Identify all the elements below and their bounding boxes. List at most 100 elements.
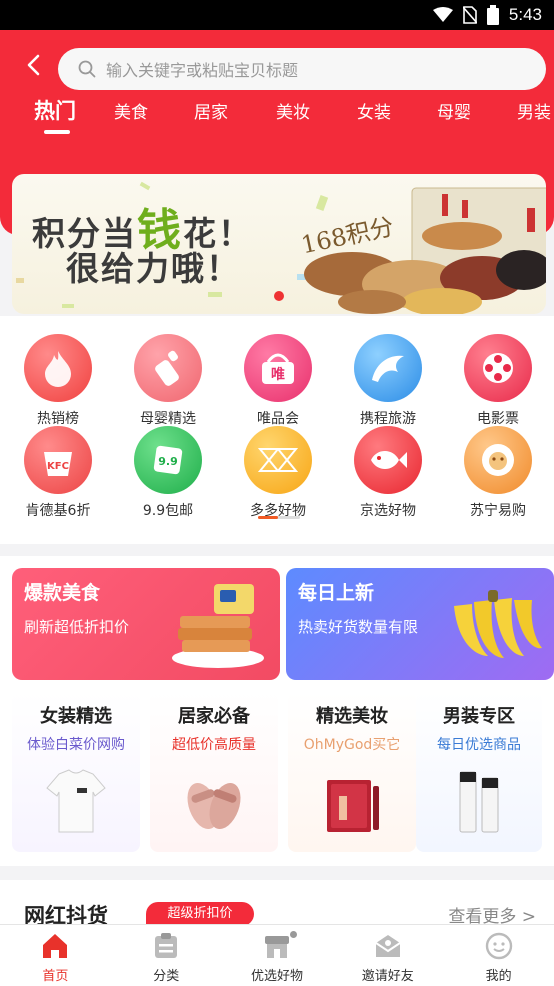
nav-label: 我的 [485,969,512,984]
shortcut-grid: 热销榜 母婴精选 唯 唯品会 携程旅游 电影票 KFC 肯德基6折 9.9 9. [0,316,554,544]
promo-title: 每日上新 [298,582,375,604]
gift-pattern-icon [244,426,312,494]
tab-men[interactable]: 男装 [517,98,551,123]
shortcut-label: 唯品会 [257,411,299,427]
price-tag-icon: 9.9 [134,426,202,494]
nav-profile[interactable]: 我的 [443,925,554,986]
shortcut-label: 携程旅游 [360,411,416,427]
shortcut-label: 京选好物 [360,503,416,519]
banner-headline-2: 很给力哦！ [66,249,241,288]
nav-label: 首页 [42,969,69,984]
category-title: 女装精选 [40,706,112,727]
promo-title: 爆款美食 [24,582,101,604]
search-input[interactable]: 输入关键字或粘贴宝贝标题 [58,48,546,90]
profile-icon [485,932,512,960]
skincare-tubes-icon [459,771,499,833]
shortcut-free-shipping[interactable]: 9.9 9.9包邮 [113,426,223,520]
tab-hot[interactable]: 热门 [34,95,76,125]
nav-featured[interactable]: 优选好物 [222,925,333,986]
lion-icon [464,426,532,494]
category-tabs: 热门 美食 居家 美妆 女装 母婴 男装 [0,98,554,138]
shortcut-label: 肯德基6折 [25,503,91,519]
gift-box-food-icon [304,187,546,314]
trending-section: 网红抖货 超级折扣价 查看更多 > [0,880,554,930]
shortcut-page-indicator [258,516,300,519]
shortcut-baby-picks[interactable]: 母婴精选 [113,334,223,428]
tab-baby[interactable]: 母婴 [437,98,471,123]
nav-label: 邀请好友 [361,969,414,984]
promo-hot-food[interactable]: 爆款美食 刷新超低折扣价 [12,568,280,680]
promo-subtitle: 刷新超低折扣价 [24,618,130,636]
wifi-icon [432,7,453,22]
back-button[interactable] [20,52,46,78]
chevron-left-icon [27,54,40,76]
category-title: 居家必备 [178,706,250,727]
shopping-basket-icon: 唯 [244,334,312,402]
category-beauty[interactable]: 精选美妆 OhMyGod买它 [288,692,416,852]
baby-bottle-icon [134,334,202,402]
category-title: 男装专区 [443,706,515,727]
bottom-nav: 首页 分类 优选好物 邀请好友 我的 [0,924,554,986]
shortcut-label: 9.9包邮 [142,503,194,519]
home-icon [43,934,68,958]
fish-icon [354,426,422,494]
shortcut-label: 苏宁易购 [470,503,526,519]
snack-plate-icon [172,584,264,668]
tshirt-icon [46,769,106,833]
category-subtitle: 体验白菜价网购 [27,737,125,753]
category-title: 精选美妆 [316,706,388,727]
shortcut-label: 电影票 [477,411,519,427]
category-home[interactable]: 居家必备 超低价高质量 [150,692,278,852]
trending-tag: 超级折扣价 [146,902,254,926]
nav-invite[interactable]: 邀请好友 [332,925,443,986]
promo-daily-new[interactable]: 每日上新 热卖好货数量有限 [286,568,554,680]
banana-icon [454,590,542,658]
nav-home[interactable]: 首页 [0,925,111,986]
category-subtitle: 超低价高质量 [172,737,256,753]
category-icon [155,933,178,958]
shortcut-label: 母婴精选 [140,411,196,427]
category-men[interactable]: 男装专区 每日优选商品 [416,692,542,852]
shortcut-kfc[interactable]: KFC 肯德基6折 [3,426,113,520]
no-sim-icon [462,6,477,24]
category-women[interactable]: 女装精选 体验白菜价网购 [12,692,140,852]
tab-food[interactable]: 美食 [114,98,148,123]
promo-subtitle: 热卖好货数量有限 [298,618,419,636]
promo-section: 爆款美食 刷新超低折扣价 每日上新 热卖好货数量有限 女装精选 体验白菜价网购 … [0,556,554,866]
active-tab-indicator [44,130,70,134]
search-placeholder: 输入关键字或粘贴宝贝标题 [106,61,299,80]
promo-banner[interactable]: 积分当钱花！ 很给力哦！ 168积分 [12,174,546,314]
category-subtitle: OhMyGod买它 [303,737,401,753]
invite-icon [375,935,401,957]
svg-text:唯: 唯 [271,366,285,383]
notification-dot [289,931,297,938]
tab-beauty[interactable]: 美妆 [276,98,310,123]
tab-home[interactable]: 居家 [194,98,228,123]
slippers-icon [187,782,241,830]
shortcut-ctrip[interactable]: 携程旅游 [333,334,443,428]
status-time: 5:43 [508,5,542,24]
battery-icon [486,5,499,25]
search-icon [78,60,96,78]
shortcut-label: 热销榜 [37,411,79,427]
flame-icon [24,334,92,402]
shortcut-jd[interactable]: 京选好物 [333,426,443,520]
tab-women[interactable]: 女装 [357,98,391,123]
nav-label: 优选好物 [250,969,303,984]
shortcut-vip[interactable]: 唯 唯品会 [223,334,333,428]
svg-text:9.9: 9.9 [158,455,178,468]
nav-label: 分类 [153,969,180,984]
shortcut-hot-list[interactable]: 热销榜 [3,334,113,428]
store-icon [264,936,289,958]
svg-text:KFC: KFC [47,461,69,472]
makeup-set-icon [327,780,379,832]
shortcut-duoduo[interactable]: 多多好物 [223,426,333,520]
film-reel-icon [464,334,532,402]
kfc-icon: KFC [24,426,92,494]
status-bar: 5:43 [0,0,554,30]
category-subtitle: 每日优选商品 [437,737,521,753]
dolphin-icon [354,334,422,402]
shortcut-suning[interactable]: 苏宁易购 [443,426,553,520]
nav-category[interactable]: 分类 [111,925,222,986]
shortcut-movie[interactable]: 电影票 [443,334,553,428]
